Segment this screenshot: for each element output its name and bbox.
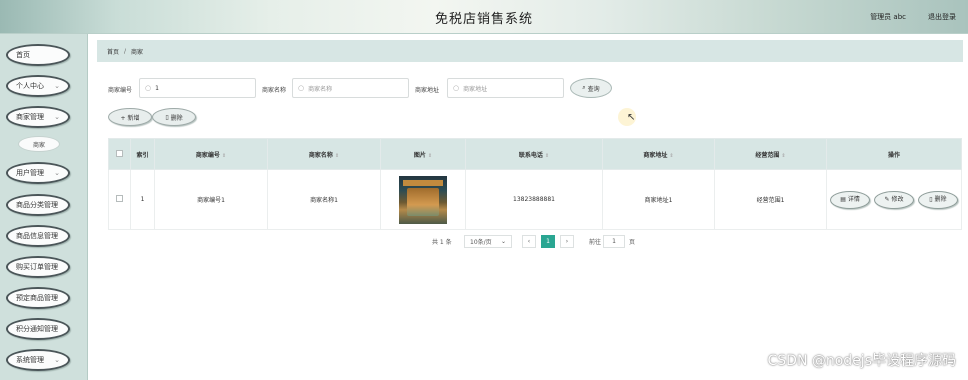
- merchant-name-label: 商家名称: [262, 87, 287, 94]
- merchant-no-input[interactable]: ○ 1: [139, 78, 256, 98]
- merchant-no-label: 商家编号: [108, 87, 133, 94]
- sidebar-item-reservation-mgmt[interactable]: 预定商品管理: [6, 287, 70, 309]
- trash-icon: ▯: [165, 113, 169, 121]
- sort-icon[interactable]: ⇕: [335, 153, 339, 159]
- row-phone: 13823888881: [465, 169, 603, 230]
- logout-link[interactable]: 退出登录: [928, 12, 956, 22]
- chevron-down-icon: ⌄: [54, 82, 60, 90]
- sort-icon[interactable]: ⇕: [222, 153, 226, 159]
- search-icon: ⌕: [582, 84, 586, 91]
- top-header: 免税店销售系统 管理员 abc 退出登录: [0, 0, 968, 34]
- col-address[interactable]: 商家地址 ⇕: [602, 138, 715, 170]
- goto-suffix: 页: [629, 239, 636, 246]
- row-merchant-name: 商家名称1: [267, 169, 381, 230]
- table-row: 1 商家编号1 商家名称1 13823888881 商家地址1 经营范围1 ▤ …: [108, 169, 962, 230]
- merchant-addr-label: 商家地址: [415, 87, 440, 94]
- sort-icon[interactable]: ⇕: [669, 153, 673, 159]
- col-index: 索引: [130, 138, 155, 170]
- merchant-name-input[interactable]: ○ 商家名称: [292, 78, 409, 98]
- prev-page-button[interactable]: ‹: [522, 235, 536, 248]
- row-scope: 经营范围1: [714, 169, 827, 230]
- row-image-cell: [380, 169, 466, 230]
- row-select-cell[interactable]: [108, 169, 131, 230]
- sidebar-item-merchant-mgmt[interactable]: 商家管理 ⌄: [6, 106, 70, 128]
- breadcrumb-current: 商家: [131, 48, 144, 56]
- col-actions: 操作: [826, 138, 962, 170]
- next-page-button[interactable]: ›: [560, 235, 574, 248]
- sidebar-item-user-mgmt[interactable]: 用户管理 ⌄: [6, 162, 70, 184]
- query-button[interactable]: ⌕ 查询: [570, 78, 612, 98]
- delete-button[interactable]: ▯ 删除: [152, 108, 196, 126]
- row-merchant-no: 商家编号1: [154, 169, 268, 230]
- breadcrumb: 首页 / 商家: [97, 40, 963, 62]
- breadcrumb-separator: /: [124, 47, 127, 55]
- sidebar-item-system-mgmt[interactable]: 系统管理 ⌄: [6, 349, 70, 371]
- merchant-table: 索引 商家编号 ⇕ 商家名称 ⇕ 图片 ⇕ 联系电话 ⇕ 商家地址 ⇕ 经营范围 ⇕ 操作 …: [108, 138, 962, 230]
- add-button[interactable]: + 新增: [108, 108, 152, 126]
- search-icon: ○: [453, 84, 460, 92]
- chevron-down-icon: ⌄: [54, 356, 60, 364]
- current-user: 管理员 abc: [870, 13, 906, 21]
- chevron-down-icon: ⌄: [54, 169, 60, 177]
- sidebar-item-category-mgmt[interactable]: 商品分类管理: [6, 194, 70, 216]
- page-size-select[interactable]: 10条/页 ⌄: [464, 235, 512, 248]
- row-actions: ▤ 详情 ✎ 修改 ▯ 删除: [826, 169, 962, 230]
- detail-icon: ▤: [840, 195, 848, 203]
- breadcrumb-home[interactable]: 首页: [107, 47, 119, 56]
- chevron-down-icon: ⌄: [500, 238, 506, 245]
- row-index: 1: [130, 169, 155, 230]
- merchant-addr-input[interactable]: ○ 商家地址: [447, 78, 564, 98]
- goto-page-input[interactable]: 1: [603, 235, 625, 248]
- merchant-image[interactable]: [399, 175, 447, 224]
- sidebar-item-points-mgmt[interactable]: 积分通知管理: [6, 318, 70, 340]
- sidebar-subitem-merchant[interactable]: 商家: [18, 136, 60, 152]
- col-scope[interactable]: 经营范围 ⇕: [714, 138, 827, 170]
- search-icon: ○: [145, 84, 152, 92]
- pager-total: 共 1 条: [432, 239, 452, 246]
- watermark: CSDN @nodejs毕设程序源码: [767, 353, 957, 369]
- select-all-checkbox[interactable]: [116, 149, 123, 157]
- sort-icon[interactable]: ⇕: [781, 153, 785, 159]
- app-title: 免税店销售系统: [434, 12, 533, 27]
- col-merchant-name[interactable]: 商家名称 ⇕: [267, 138, 381, 170]
- sidebar-item-order-mgmt[interactable]: 购买订单管理: [6, 256, 70, 278]
- row-checkbox[interactable]: [116, 195, 123, 202]
- row-address: 商家地址1: [602, 169, 715, 230]
- col-phone[interactable]: 联系电话 ⇕: [465, 138, 603, 170]
- goto-label: 前往: [589, 239, 602, 246]
- search-icon: ○: [298, 84, 305, 92]
- row-delete-button[interactable]: ▯ 删除: [917, 190, 958, 209]
- sidebar: 首页 个人中心 ⌄ 商家管理 ⌄ 商家 用户管理 ⌄ 商品分类管理 商品信息管理 购买…: [0, 34, 88, 380]
- mouse-cursor-icon: ↖: [627, 112, 636, 123]
- sort-icon[interactable]: ⇕: [545, 153, 549, 159]
- sidebar-item-home[interactable]: 首页: [6, 44, 70, 66]
- sort-icon[interactable]: ⇕: [428, 153, 432, 159]
- sidebar-item-profile[interactable]: 个人中心 ⌄: [6, 75, 70, 97]
- col-image[interactable]: 图片 ⇕: [380, 138, 466, 170]
- chevron-down-icon: ⌄: [54, 113, 60, 121]
- col-merchant-no[interactable]: 商家编号 ⇕: [154, 138, 268, 170]
- main-content: 首页 / 商家 商家编号 ○ 1 商家名称 ○ 商家名称 商家地址 ○ 商家地址…: [92, 34, 968, 380]
- select-all-cell[interactable]: [108, 138, 131, 170]
- edit-button[interactable]: ✎ 修改: [874, 190, 914, 209]
- sidebar-item-product-mgmt[interactable]: 商品信息管理: [6, 225, 70, 247]
- detail-button[interactable]: ▤ 详情: [830, 190, 871, 209]
- page-number-current[interactable]: 1: [541, 235, 555, 248]
- table-header-row: 索引 商家编号 ⇕ 商家名称 ⇕ 图片 ⇕ 联系电话 ⇕ 商家地址 ⇕ 经营范围 ⇕ 操作: [108, 138, 962, 170]
